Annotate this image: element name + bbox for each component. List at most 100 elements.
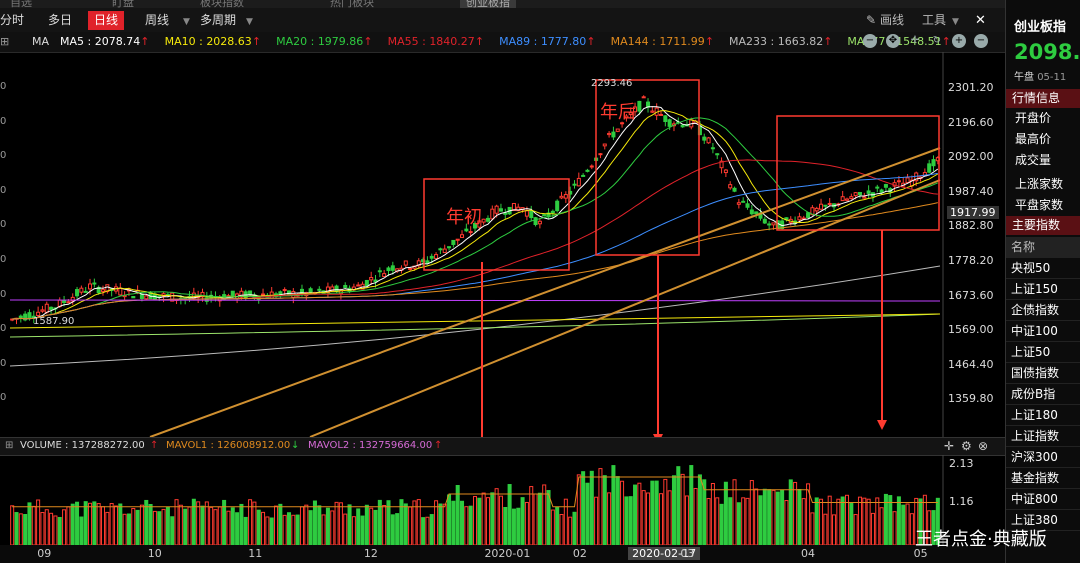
tab-sector-index[interactable]: 板块指数 — [200, 0, 244, 8]
expand-icon[interactable]: ✥ — [886, 34, 900, 48]
volume-bar — [118, 503, 123, 545]
tools-dropdown-icon[interactable]: ▼ — [952, 12, 959, 29]
volume-bar — [304, 504, 309, 545]
main-index-header[interactable]: 主要指数 — [1006, 216, 1080, 235]
period-more-dropdown-icon[interactable]: ▼ — [183, 12, 190, 29]
candle-body — [844, 198, 850, 201]
volume-bar — [494, 488, 499, 545]
candle-body — [866, 190, 871, 194]
period-daily[interactable]: 日线 — [88, 11, 125, 30]
candle-body — [706, 137, 711, 144]
index-list-item[interactable]: 基金指数 — [1006, 468, 1080, 489]
gear-icon[interactable]: ⚙ — [961, 439, 972, 453]
session-date: 05-11 — [1037, 72, 1067, 83]
period-weekly[interactable]: 周线 — [145, 12, 169, 29]
period-multiday[interactable]: 多日 — [48, 12, 72, 29]
volume-bar — [537, 492, 542, 545]
multi-dropdown-icon[interactable]: ▼ — [246, 12, 253, 29]
tab-chinext-index[interactable]: 创业板指 — [460, 0, 516, 8]
date-axis-label: 10 — [147, 547, 162, 560]
ma-name: MA5 — [60, 35, 85, 48]
volume-bar — [840, 496, 845, 545]
candle-body — [710, 147, 715, 150]
volume-chart[interactable] — [0, 455, 1005, 545]
candle-body — [468, 231, 473, 234]
tab-monitor[interactable]: 盯盘 — [112, 0, 134, 8]
quote-info-header[interactable]: 行情信息 — [1006, 89, 1080, 108]
move-icon[interactable]: ✛ — [944, 439, 954, 453]
candle-body — [572, 183, 577, 186]
period-multi[interactable]: 多周期 — [200, 12, 236, 29]
candle-body — [442, 248, 447, 254]
index-list-item[interactable]: 上证指数 — [1006, 426, 1080, 447]
volume-bar — [741, 497, 746, 545]
candle-body — [883, 184, 888, 188]
right-info-panel: 创业板指 2098.3 午盘 05-11 行情信息 开盘价 最高价 成交量 上涨… — [1005, 0, 1080, 563]
close-icon[interactable]: ✕ — [975, 12, 986, 29]
candle-body — [308, 288, 313, 293]
candle-body — [62, 299, 67, 303]
ma-number: 1840.27 — [429, 35, 475, 48]
index-list-item[interactable]: 中证100 — [1006, 321, 1080, 342]
draw-line-button[interactable]: 画线 — [880, 12, 904, 29]
zoom-in-icon[interactable]: + — [952, 34, 966, 48]
volume-bar — [533, 493, 538, 545]
candle-body — [408, 267, 413, 270]
volume-bar — [157, 511, 162, 545]
zoom-out-icon[interactable]: − — [863, 34, 877, 48]
index-list-item[interactable]: 上证50 — [1006, 342, 1080, 363]
volume-bar — [53, 515, 58, 545]
index-list-item[interactable]: 企债指数 — [1006, 300, 1080, 321]
volume-bar — [862, 497, 867, 545]
volume-bar — [213, 509, 218, 545]
tools-button[interactable]: 工具 — [922, 12, 946, 29]
candle-body — [658, 113, 664, 116]
volume-bar — [14, 512, 19, 545]
index-list-item[interactable]: 国债指数 — [1006, 363, 1080, 384]
volume-bar — [429, 514, 434, 545]
ma-number: 1777.80 — [540, 35, 587, 48]
volume-bar — [421, 517, 426, 545]
refresh-icon[interactable]: ↻ — [930, 34, 944, 48]
candle-body — [736, 202, 741, 205]
period-intraday[interactable]: 分时 — [0, 12, 24, 29]
candle-body — [667, 119, 672, 127]
candle-body — [464, 228, 469, 232]
volume-bar — [317, 505, 322, 545]
candle-body — [261, 293, 266, 296]
candle-body — [390, 265, 395, 271]
volume-bar — [165, 506, 170, 545]
candle-body — [637, 100, 642, 112]
move-icon[interactable]: ✛ — [908, 34, 922, 48]
minimize-icon[interactable]: − — [974, 34, 988, 48]
candle-body — [550, 210, 555, 214]
annotation-after-new-year: 年后 — [600, 102, 636, 123]
volume-bar — [555, 506, 560, 545]
index-list-item[interactable]: 上证180 — [1006, 405, 1080, 426]
index-list-item[interactable]: 中证800 — [1006, 489, 1080, 510]
index-list-item[interactable]: 上证150 — [1006, 279, 1080, 300]
quote-high: 最高价 — [1015, 132, 1052, 146]
candle-body — [611, 131, 616, 138]
candle-body — [66, 301, 71, 304]
candle-body — [529, 210, 534, 219]
candle-body — [425, 260, 430, 264]
ma-settings-icon[interactable]: ⊞ — [0, 35, 9, 48]
volume-bar — [70, 503, 75, 545]
volume-bar — [113, 505, 118, 545]
index-list-item[interactable]: 沪深300 — [1006, 447, 1080, 468]
volume-bar — [905, 503, 910, 545]
volume-bar — [715, 497, 720, 545]
tab-hot-sectors[interactable]: 热门板块 — [330, 0, 374, 8]
candle-body — [131, 296, 136, 299]
volume-settings-icon[interactable]: ⊞ — [5, 440, 13, 451]
candle-body — [460, 234, 465, 238]
mavol1-value: MAVOL1 : 126008912.00 — [166, 440, 291, 451]
index-list-item[interactable]: 央视50 — [1006, 258, 1080, 279]
tab-watchlist[interactable]: 自选 — [10, 0, 32, 8]
volume-bar — [161, 508, 166, 545]
volume-bar — [754, 488, 759, 545]
candlestick-chart[interactable] — [0, 52, 1005, 437]
close-icon[interactable]: ⊗ — [978, 439, 988, 453]
index-list-item[interactable]: 成份B指 — [1006, 384, 1080, 405]
